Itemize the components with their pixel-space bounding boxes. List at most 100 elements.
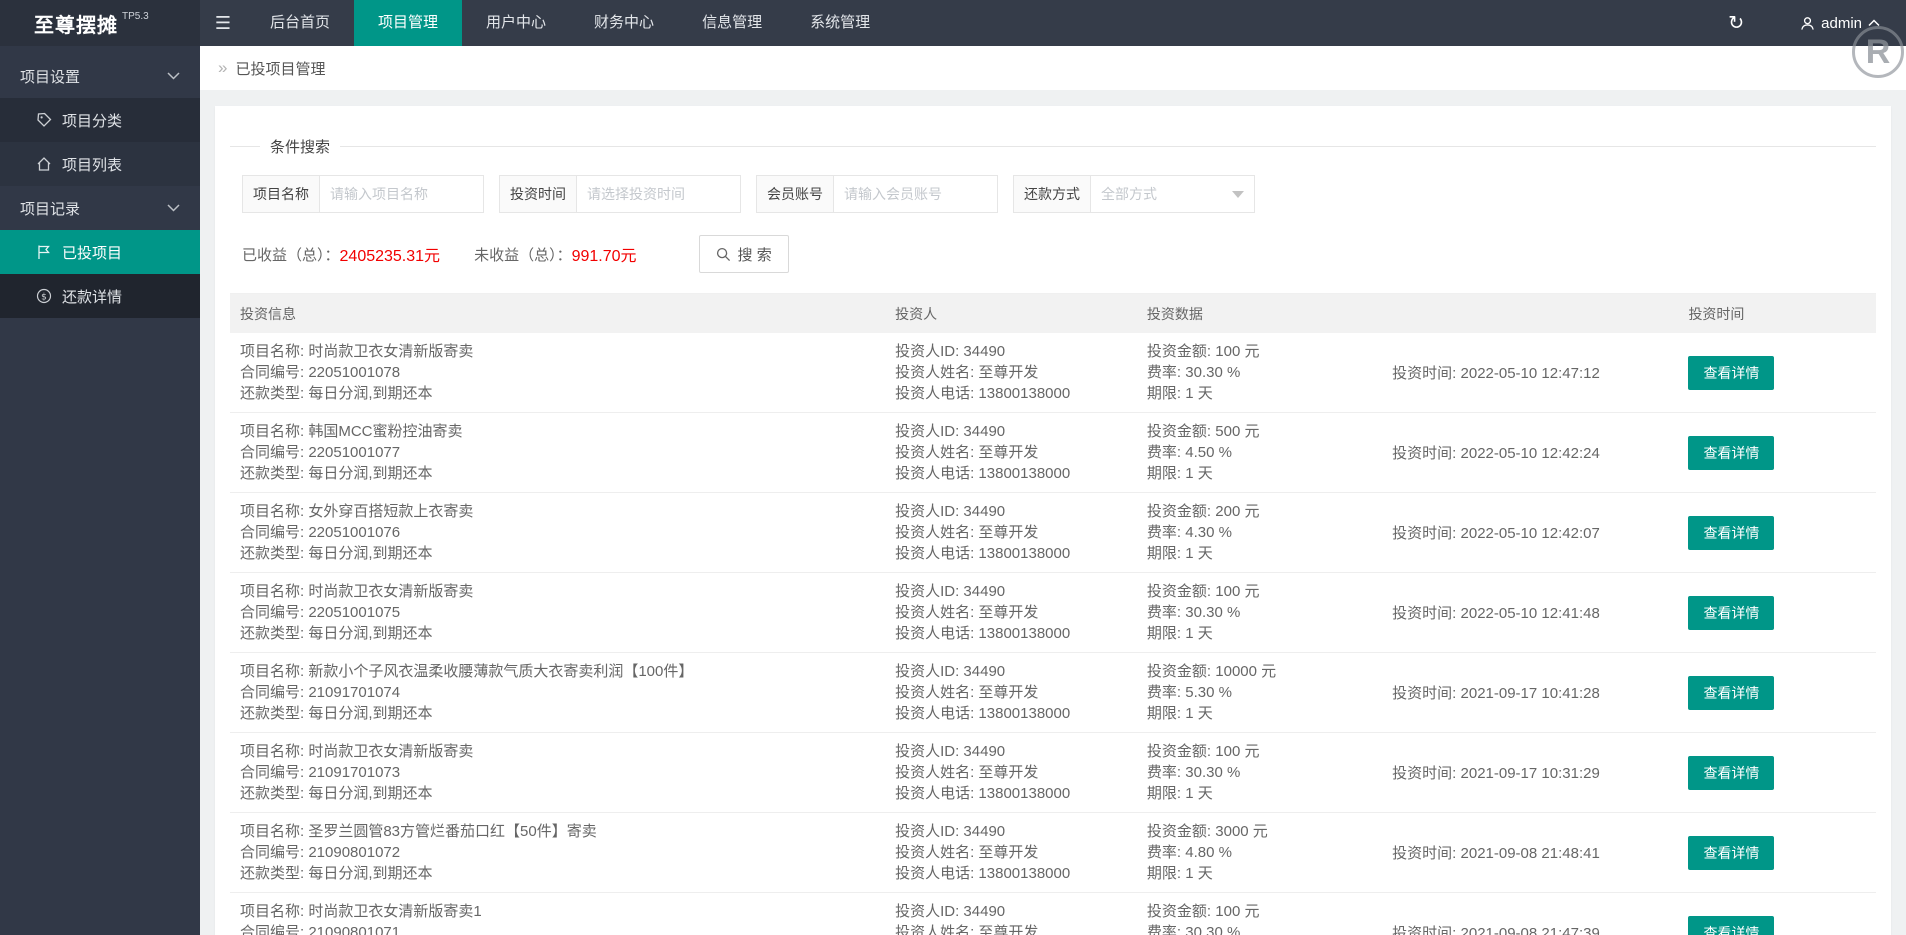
header-investment-info: 投资信息 <box>240 305 296 322</box>
tab-info-management[interactable]: 信息管理 <box>678 0 786 46</box>
triangle-down-icon <box>1232 190 1244 198</box>
sidebar-item-repayment-details[interactable]: $ 还款详情 <box>0 274 200 318</box>
investments-table: 投资信息 投资人 投资数据 投资时间 项目名称: 时尚款卫衣女清新版寄卖 合同编号… <box>230 293 1876 935</box>
tab-project-management[interactable]: 项目管理 <box>354 0 463 46</box>
content-card: 条件搜索 项目名称 投资时间 会员账号 还款方式 全部方式 <box>215 106 1891 935</box>
investment-info-cell: 项目名称: 时尚款卫衣女清新版寄卖 合同编号: 22051001075 还款类型: … <box>240 583 474 642</box>
hamburger-icon[interactable]: ☰ <box>200 0 246 46</box>
view-detail-button[interactable]: 查看详情 <box>1688 835 1775 870</box>
table-body: 项目名称: 时尚款卫衣女清新版寄卖 合同编号: 22051001078 还款类型: … <box>230 333 1876 935</box>
sidebar: 项目设置 项目分类 项目列表 项目记录 已投项目 $ 还款详情 <box>0 46 200 935</box>
investment-time-cell: 投资时间: 2022-05-10 12:47:12 <box>1392 365 1600 382</box>
investment-time-cell: 投资时间: 2022-05-10 12:42:24 <box>1392 445 1600 462</box>
investment-data-cell: 投资金额: 100 元费率: 30.30 %期限: 1 天 <box>1146 743 1260 802</box>
search-form: 项目名称 投资时间 会员账号 还款方式 全部方式 <box>242 175 1866 213</box>
dollar-circle-icon: $ <box>36 288 52 304</box>
investment-time-cell: 投资时间: 2022-05-10 12:41:48 <box>1392 605 1600 622</box>
tab-dashboard[interactable]: 后台首页 <box>246 0 354 46</box>
invest-time-label: 投资时间 <box>499 175 576 213</box>
investment-info-cell: 项目名称: 韩国MCC蜜粉控油寄卖 合同编号: 22051001077 还款类型: … <box>240 423 463 482</box>
username: admin <box>1821 14 1862 32</box>
investment-info-cell: 项目名称: 圣罗兰圆管83方管烂番茄口红【50件】寄卖 合同编号: 2109080… <box>240 823 597 882</box>
investment-data-cell: 投资金额: 500 元费率: 4.50 % 期限: 1 天 <box>1146 423 1260 482</box>
investor-cell: 投资人ID: 34490投资人姓名: 至尊开发投资人电话: 1380013800… <box>895 343 1071 402</box>
app-logo: 至尊摆摊 TP5.3 <box>0 0 200 46</box>
table-row: 项目名称: 时尚款卫衣女清新版寄卖 合同编号: 21091701073 还款类型: … <box>230 733 1876 813</box>
sidebar-group-project-settings[interactable]: 项目设置 <box>0 54 200 98</box>
investment-data-cell: 投资金额: 10000 元费率: 5.30 % 期限: 1 天 <box>1146 663 1277 722</box>
investment-time-cell: 投资时间: 2021-09-17 10:31:29 <box>1392 765 1600 782</box>
tab-system-management[interactable]: 系统管理 <box>786 0 894 46</box>
table-row: 项目名称: 时尚款卫衣女清新版寄卖 合同编号: 22051001075 还款类型: … <box>230 573 1876 653</box>
earned-total-label: 已收益（总）： <box>242 246 340 264</box>
magnifier-icon <box>716 247 730 261</box>
invest-time-input[interactable] <box>576 175 741 213</box>
investor-cell: 投资人ID: 34490投资人姓名: 至尊开发投资人电话: 1380013800… <box>895 583 1071 642</box>
search-button[interactable]: 搜 索 <box>698 235 789 273</box>
table-row: 项目名称: 女外穿百搭短款上衣寄卖 合同编号: 22051001076 还款类型: … <box>230 493 1876 573</box>
registered-trademark-watermark: R <box>1852 26 1904 78</box>
search-fieldset: 条件搜索 项目名称 投资时间 会员账号 还款方式 全部方式 <box>230 136 1876 293</box>
sidebar-item-project-list[interactable]: 项目列表 <box>0 142 200 186</box>
main-content: » 已投项目管理 条件搜索 项目名称 投资时间 会员账号 还款方式 <box>200 0 1906 935</box>
unearned-total-value: 991.70元 <box>571 248 637 265</box>
investment-time-cell: 投资时间: 2021-09-08 21:48:41 <box>1392 845 1600 862</box>
view-detail-button[interactable]: 查看详情 <box>1688 355 1775 390</box>
view-detail-button[interactable]: 查看详情 <box>1688 675 1775 710</box>
header-investment-time: 投资时间 <box>1688 305 1745 322</box>
investment-info-cell: 项目名称: 时尚款卫衣女清新版寄卖 合同编号: 21091701073 还款类型: … <box>240 743 474 802</box>
double-chevron-right-icon: » <box>218 58 228 77</box>
repay-method-group: 还款方式 全部方式 <box>1013 175 1255 213</box>
tag-icon <box>36 112 52 128</box>
investment-data-cell: 投资金额: 100 元费率: 30.30 %期限: 1 天 <box>1146 343 1260 402</box>
investment-data-cell: 投资金额: 3000 元费率: 4.80 % 期限: 1 天 <box>1146 823 1268 882</box>
sidebar-item-invested-projects[interactable]: 已投项目 <box>0 230 200 274</box>
view-detail-button[interactable]: 查看详情 <box>1688 515 1775 550</box>
investment-data-cell: 投资金额: 200 元费率: 4.30 % 期限: 1 天 <box>1146 503 1260 562</box>
breadcrumb: » 已投项目管理 <box>200 46 1906 90</box>
project-name-label: 项目名称 <box>242 175 319 213</box>
table-row: 项目名称: 韩国MCC蜜粉控油寄卖 合同编号: 22051001077 还款类型: … <box>230 413 1876 493</box>
investor-cell: 投资人ID: 34490投资人姓名: 至尊开发投资人电话: 1380013800… <box>895 503 1071 562</box>
investment-info-cell: 项目名称: 时尚款卫衣女清新版寄卖1合同编号: 21090801071还款类型:… <box>240 903 482 935</box>
page-title: 已投项目管理 <box>235 60 326 78</box>
header-investment-data: 投资数据 <box>1146 305 1203 322</box>
table-row: 项目名称: 新款小个子风衣温柔收腰薄款气质大衣寄卖利润【100件】 合同编号: 2… <box>230 653 1876 733</box>
investment-data-cell: 投资金额: 100 元费率: 30.30 %期限: 1 天 <box>1146 583 1260 642</box>
investor-cell: 投资人ID: 34490投资人姓名: 至尊开发投资人电话: 1380013800… <box>895 423 1071 482</box>
table-row: 项目名称: 圣罗兰圆管83方管烂番茄口红【50件】寄卖 合同编号: 2109080… <box>230 813 1876 893</box>
sidebar-item-project-category[interactable]: 项目分类 <box>0 98 200 142</box>
tab-user-center[interactable]: 用户中心 <box>462 0 570 46</box>
chevron-down-icon <box>167 204 180 212</box>
project-name-group: 项目名称 <box>242 175 484 213</box>
member-account-input[interactable] <box>833 175 998 213</box>
investor-cell: 投资人ID: 34490投资人姓名: 至尊开发投资人电话: 1380013800… <box>895 663 1071 722</box>
project-name-input[interactable] <box>319 175 484 213</box>
invest-time-group: 投资时间 <box>499 175 741 213</box>
tab-finance-center[interactable]: 财务中心 <box>570 0 678 46</box>
view-detail-button[interactable]: 查看详情 <box>1688 435 1775 470</box>
refresh-icon[interactable]: ↻ <box>1728 14 1744 33</box>
sidebar-group-project-records[interactable]: 项目记录 <box>0 186 200 230</box>
investor-cell: 投资人ID: 34490投资人姓名: 至尊开发投资人电话: 1380013800… <box>895 903 1039 935</box>
header-investor: 投资人 <box>895 305 938 322</box>
investment-time-cell: 投资时间: 2021-09-17 10:41:28 <box>1392 685 1600 702</box>
stats-row: 已收益（总）： 2405235.31元 未收益（总）： 991.70元 搜 索 <box>242 235 1866 273</box>
investor-cell: 投资人ID: 34490投资人姓名: 至尊开发投资人电话: 1380013800… <box>895 823 1071 882</box>
topbar: 至尊摆摊 TP5.3 ☰ 后台首页 项目管理 用户中心 财务中心 信息管理 系统… <box>0 0 1906 46</box>
view-detail-button[interactable]: 查看详情 <box>1688 915 1775 935</box>
investment-info-cell: 项目名称: 女外穿百搭短款上衣寄卖 合同编号: 22051001076 还款类型: … <box>240 503 474 562</box>
search-button-label: 搜 索 <box>737 246 772 264</box>
investment-info-cell: 项目名称: 新款小个子风衣温柔收腰薄款气质大衣寄卖利润【100件】 合同编号: 2… <box>240 663 694 722</box>
investor-cell: 投资人ID: 34490投资人姓名: 至尊开发投资人电话: 1380013800… <box>895 743 1071 802</box>
app-title: 至尊摆摊 <box>34 14 118 37</box>
view-detail-button[interactable]: 查看详情 <box>1688 595 1775 630</box>
svg-text:$: $ <box>41 292 47 302</box>
table-row: 项目名称: 时尚款卫衣女清新版寄卖 合同编号: 22051001078 还款类型: … <box>230 333 1876 413</box>
repay-method-select[interactable]: 全部方式 <box>1090 175 1255 213</box>
earned-total-value: 2405235.31元 <box>339 248 441 265</box>
user-icon <box>1801 16 1814 30</box>
view-detail-button[interactable]: 查看详情 <box>1688 755 1775 790</box>
member-account-group: 会员账号 <box>756 175 998 213</box>
table-header: 投资信息 投资人 投资数据 投资时间 <box>230 294 1876 333</box>
